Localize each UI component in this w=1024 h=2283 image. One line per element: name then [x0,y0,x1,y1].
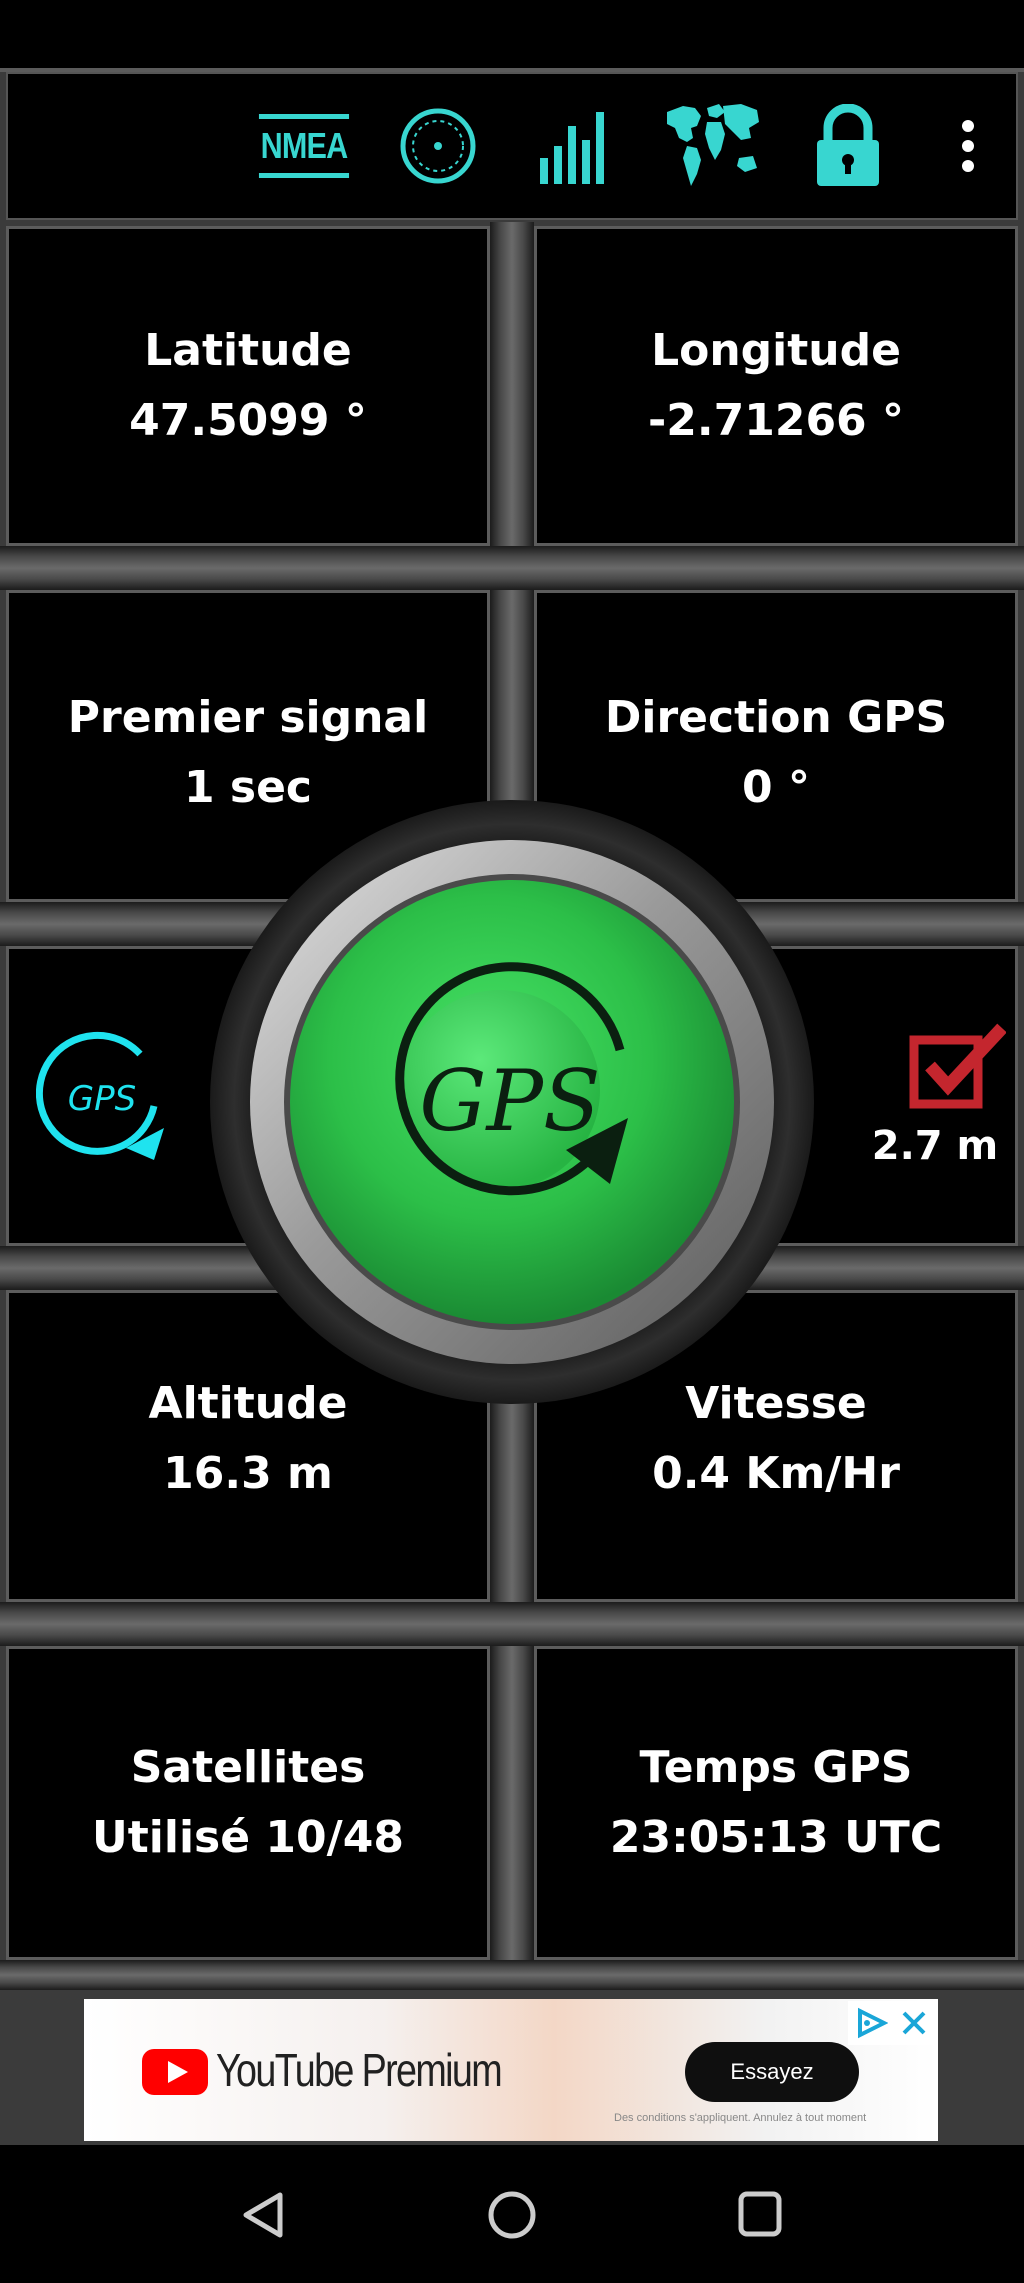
ad-cta-button[interactable]: Essayez [685,2042,859,2102]
grid-rail-horizontal [0,1602,1024,1646]
ad-controls [848,2001,936,2045]
gps-refresh-label: GPS [68,1079,136,1119]
back-icon[interactable] [238,2189,288,2241]
first-signal-label: Premier signal [67,692,429,743]
home-icon[interactable] [486,2189,538,2241]
nmea-tab[interactable]: NMEA [252,74,356,218]
lock-icon [817,104,879,186]
gps-time-value: 23:05:13 UTC [609,1812,943,1863]
adchoices-icon[interactable] [854,2007,888,2039]
gps-time-label: Temps GPS [639,1742,913,1793]
satellites-label: Satellites [130,1742,366,1793]
satellites-value: Utilisé 10/48 [92,1812,404,1863]
longitude-cell: Longitude -2.71266 ° [534,226,1018,546]
ad-fine-print: Des conditions s'appliquent. Annulez à t… [614,2112,867,2124]
status-bar [0,0,1024,68]
gps-button-label: GPS [419,1052,600,1150]
toolbar: NMEA [6,72,1018,220]
gps-time-cell: Temps GPS 23:05:13 UTC [534,1646,1018,1960]
grid-rail-horizontal [0,1960,1024,1990]
gps-direction-label: Direction GPS [604,692,948,743]
map-button[interactable] [656,74,766,218]
ad-close-icon[interactable] [900,2009,928,2037]
longitude-value: -2.71266 ° [648,395,904,446]
grid-rail-horizontal [0,546,1024,590]
gps-refresh-icon: GPS [35,1031,164,1160]
gps-button-graphic: GPS [210,800,814,1404]
radar-button[interactable] [390,74,486,218]
altitude-value: 16.3 m [163,1448,333,1499]
accuracy-check-icon [906,1022,1007,1112]
accuracy-value: 2.7 m [871,1123,999,1169]
gps-button[interactable]: GPS [210,800,814,1404]
latitude-value: 47.5099 ° [129,395,367,446]
world-map-icon [667,104,759,186]
signal-button[interactable] [526,74,622,218]
lock-button[interactable] [800,74,896,218]
recents-icon[interactable] [736,2189,784,2239]
satellites-cell: Satellites Utilisé 10/48 [6,1646,490,1960]
radar-icon [400,108,476,184]
ad-banner[interactable]: YouTube Premium Essayez Des conditions s… [84,1999,938,2141]
latitude-cell: Latitude 47.5099 ° [6,226,490,546]
speed-value: 0.4 Km/Hr [652,1448,900,1499]
ad-brand: YouTube Premium [216,2044,503,2096]
overflow-menu-icon [962,120,974,172]
signal-bars-icon [540,112,604,184]
gps-refresh-button[interactable]: GPS [35,1028,172,1164]
youtube-logo-icon [142,2049,208,2095]
system-nav-bar [0,2145,1024,2283]
overflow-menu-button[interactable] [938,74,998,218]
longitude-label: Longitude [651,325,901,376]
nmea-label: NMEA [258,114,350,178]
latitude-label: Latitude [144,325,352,376]
